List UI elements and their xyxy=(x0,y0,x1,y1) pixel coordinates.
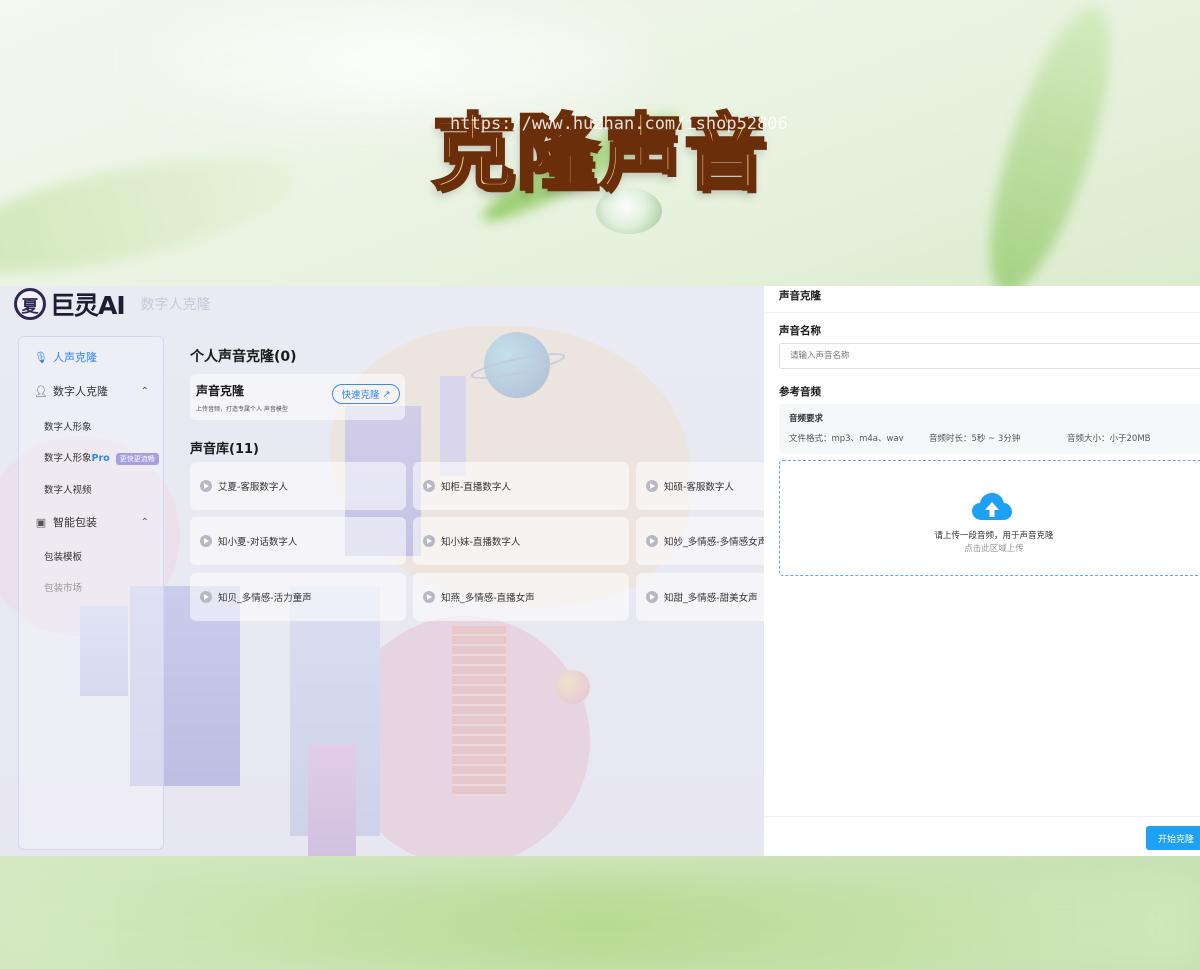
microphone-icon: 🎙︎ xyxy=(34,350,48,364)
sidebar-subitem-label: 包装市场 xyxy=(44,583,83,594)
voice-clone-card: 声音克隆 上传音频，打造专属个人 声音模型 快速克隆 ↗ xyxy=(190,374,405,420)
voice-card[interactable]: 知小妹-直播数字人 xyxy=(413,517,629,565)
requirement-format: 文件格式：mp3、m4a、wav xyxy=(789,434,904,444)
sidebar-item-voice-clone[interactable]: 🎙︎ 人声克隆 xyxy=(19,349,163,365)
voice-name: 知小妹-直播数字人 xyxy=(441,537,521,548)
play-icon[interactable] xyxy=(423,535,435,547)
voice-card[interactable]: 知小夏-对话数字人 xyxy=(190,517,406,565)
voice-name: 知柜-直播数字人 xyxy=(441,482,511,493)
sidebar-item-label: 智能包装 xyxy=(53,516,97,529)
app-screenshot: 夏 巨灵AI 数字人克隆 🎙︎ 人声克隆 👤︎ 数字人克隆 ⌃ 数字人形象 数字… xyxy=(0,286,1200,856)
play-icon[interactable] xyxy=(200,480,212,492)
voice-name: 知贝_多情感-活力童声 xyxy=(218,593,312,604)
pro-label: Pro xyxy=(91,453,110,464)
voice-name: 艾夏-客服数字人 xyxy=(218,482,288,493)
voice-name: 知硕-客服数字人 xyxy=(664,482,734,493)
divider xyxy=(764,312,1200,313)
user-icon: 👤︎ xyxy=(34,384,48,398)
voice-name: 知甜_多情感-甜美女声 xyxy=(664,593,758,604)
play-icon[interactable] xyxy=(646,591,658,603)
banner-title: 克隆声音 xyxy=(430,105,768,203)
start-clone-button[interactable]: 开始克隆 xyxy=(1146,826,1200,850)
quick-clone-button[interactable]: 快速克隆 ↗ xyxy=(332,384,400,404)
play-icon[interactable] xyxy=(200,535,212,547)
app-logo[interactable]: 夏 巨灵AI 数字人克隆 xyxy=(14,286,211,322)
background-leaf xyxy=(0,880,1200,969)
sidebar-subitem-label: 数字人视频 xyxy=(44,485,92,496)
voice-name: 知燕_多情感-直播女声 xyxy=(441,593,535,604)
play-icon[interactable] xyxy=(423,480,435,492)
reference-audio-label: 参考音频 xyxy=(779,386,821,398)
voice-name-input[interactable] xyxy=(779,343,1200,369)
requirements-title: 音频要求 xyxy=(789,414,824,424)
app-main-area: 夏 巨灵AI 数字人克隆 🎙︎ 人声克隆 👤︎ 数字人克隆 ⌃ 数字人形象 数字… xyxy=(0,286,764,856)
logo-subtitle: 数字人克隆 xyxy=(140,297,211,313)
sidebar-item-digital-clone[interactable]: 👤︎ 数字人克隆 ⌃ xyxy=(19,383,163,399)
requirement-size: 音频大小：小于20MB xyxy=(1067,434,1151,444)
sidebar-item-label: 数字人克隆 xyxy=(53,385,108,398)
voice-name-label: 声音名称 xyxy=(779,325,821,337)
audio-requirements: 音频要求 文件格式：mp3、m4a、wav 音频时长：5秒 ~ 3分钟 音频大小… xyxy=(779,404,1200,454)
card-description: 上传音频，打造专属个人 声音模型 xyxy=(196,406,288,413)
voice-library-title: 声音库(11) xyxy=(190,442,259,457)
voice-card[interactable]: 知甜_多情感-甜美女声 xyxy=(636,573,764,621)
voice-card[interactable]: 知妙_多情感-多情感女声 xyxy=(636,517,764,565)
voice-name: 知小夏-对话数字人 xyxy=(218,537,298,548)
play-icon[interactable] xyxy=(646,535,658,547)
audio-upload-area[interactable]: 请上传一段音频，用于声音克隆 点击此区域上传 xyxy=(779,460,1200,576)
divider xyxy=(764,816,1200,817)
requirement-duration: 音频时长：5秒 ~ 3分钟 xyxy=(929,434,1021,444)
button-label: 快速克隆 xyxy=(341,390,380,401)
personal-clone-title: 个人声音克隆(0) xyxy=(190,349,297,365)
sidebar-subitem-digital-video[interactable]: 数字人视频 xyxy=(44,482,92,496)
sidebar-subitem-label: 包装模板 xyxy=(44,552,83,563)
arrow-up-right-icon: ↗ xyxy=(382,388,391,400)
voice-name: 知妙_多情感-多情感女声 xyxy=(664,537,764,548)
sidebar-item-smart-pack[interactable]: ▣ 智能包装 ⌃ xyxy=(19,514,163,530)
drawer-title: 声音克隆 xyxy=(779,290,821,302)
sidebar-item-label: 人声克隆 xyxy=(53,351,97,364)
watermark: https://www.huzhan.com/ishop52806 xyxy=(450,114,788,134)
sidebar-subitem-digital-image-pro[interactable]: 数字人形象Pro 更快更流畅 xyxy=(44,450,159,465)
voice-clone-drawer: 声音克隆 声音名称 参考音频 音频要求 文件格式：mp3、m4a、wav 音频时… xyxy=(764,286,1200,856)
voice-card[interactable]: 知贝_多情感-活力童声 xyxy=(190,573,406,621)
play-icon[interactable] xyxy=(200,591,212,603)
sidebar-subitem-pack-market[interactable]: 包装市场 xyxy=(44,580,82,594)
play-icon[interactable] xyxy=(423,591,435,603)
upload-hint: 点击此区域上传 xyxy=(964,544,1024,554)
chevron-up-icon: ⌃ xyxy=(140,385,149,397)
sidebar-subitem-label: 数字人形象 xyxy=(44,453,92,464)
voice-card[interactable]: 知燕_多情感-直播女声 xyxy=(413,573,629,621)
sidebar: 🎙︎ 人声克隆 👤︎ 数字人克隆 ⌃ 数字人形象 数字人形象Pro 更快更流畅 数… xyxy=(18,336,164,850)
sidebar-subitem-digital-image[interactable]: 数字人形象 xyxy=(44,419,92,433)
package-icon: ▣ xyxy=(35,515,47,529)
voice-card[interactable]: 知柜-直播数字人 xyxy=(413,462,629,510)
voice-card[interactable]: 艾夏-客服数字人 xyxy=(190,462,406,510)
chevron-up-icon: ⌃ xyxy=(140,516,149,528)
cloud-upload-icon xyxy=(972,493,1012,520)
logo-mark: 夏 xyxy=(14,288,46,320)
play-icon[interactable] xyxy=(646,480,658,492)
card-title: 声音克隆 xyxy=(196,384,245,398)
voice-card[interactable]: 知硕-客服数字人 xyxy=(636,462,764,510)
sidebar-subitem-label: 数字人形象 xyxy=(44,422,92,433)
logo-text: 巨灵AI xyxy=(50,291,126,320)
feature-badge: 更快更流畅 xyxy=(115,453,159,465)
sidebar-subitem-pack-template[interactable]: 包装模板 xyxy=(44,549,82,563)
upload-instruction: 请上传一段音频，用于声音克隆 xyxy=(934,531,1054,541)
